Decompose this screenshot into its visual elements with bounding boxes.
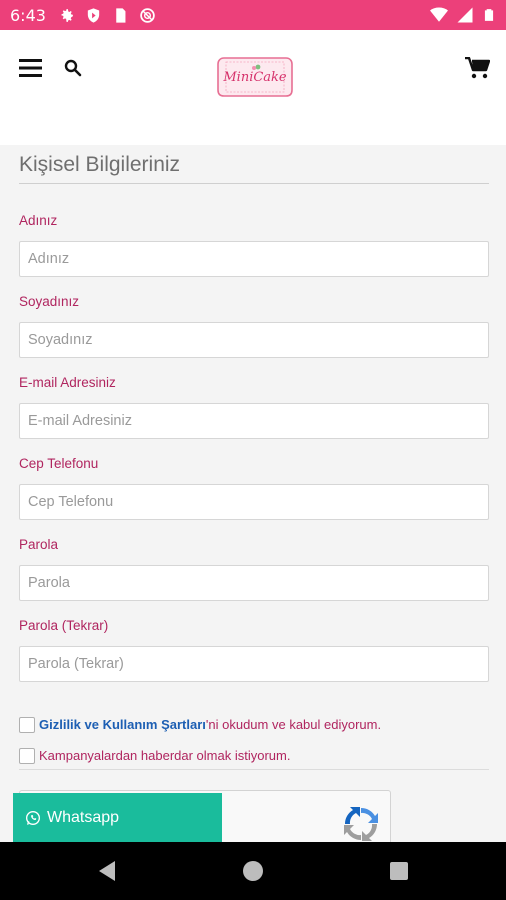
first-name-input[interactable] [19,241,489,277]
password-confirm-label: Parola (Tekrar) [19,618,109,633]
logo-text: MiniCake [222,70,287,85]
menu-icon[interactable] [19,58,42,78]
section-title: Kişisel Bilgileriniz [19,153,181,176]
search-icon[interactable] [64,59,82,77]
registration-form: Kişisel Bilgileriniz Adınız Soyadınız E-… [0,145,506,850]
terms-suffix: 'ni okudum ve kabul ediyorum. [205,717,382,732]
phone-input[interactable] [19,484,489,520]
terms-text: Gizlilik ve Kullanım Şartları'ni okudum … [39,717,381,732]
campaign-checkbox[interactable] [19,748,35,764]
cart-icon[interactable] [465,56,491,79]
last-name-input[interactable] [19,322,489,358]
terms-checkbox[interactable] [19,717,35,733]
shield-icon [85,7,102,24]
sim-icon [112,7,129,24]
status-right-icons [430,6,496,28]
wifi-icon [430,6,448,28]
title-divider [19,183,489,184]
email-input[interactable] [19,403,489,439]
status-bar: 6:43 [0,0,506,30]
form-divider [19,769,489,770]
terms-link[interactable]: Gizlilik ve Kullanım Şartları [39,717,206,732]
password-confirm-input[interactable] [19,646,489,682]
gear-icon [58,7,75,24]
signal-icon [456,6,474,28]
first-name-label: Adınız [19,213,58,228]
whatsapp-icon [26,811,40,825]
home-icon[interactable] [243,861,263,881]
password-label: Parola [19,537,59,552]
no-disturb-icon [139,7,156,24]
back-icon[interactable] [97,860,117,882]
email-label: E-mail Adresiniz [19,375,116,390]
status-time: 6:43 [10,6,46,25]
logo[interactable]: MiniCake [216,54,294,100]
android-nav-bar [0,842,506,900]
recents-icon[interactable] [390,862,408,880]
app-header: MiniCake [0,30,506,145]
recaptcha-icon [340,803,382,845]
whatsapp-label: Whatsapp [47,809,120,826]
last-name-label: Soyadınız [19,294,80,309]
status-left-icons [58,7,156,24]
battery-icon [482,6,496,28]
phone-label: Cep Telefonu [19,456,99,471]
whatsapp-button[interactable]: Whatsapp [13,793,222,843]
campaign-text: Kampanyalardan haberdar olmak istiyorum. [39,748,291,763]
password-input[interactable] [19,565,489,601]
